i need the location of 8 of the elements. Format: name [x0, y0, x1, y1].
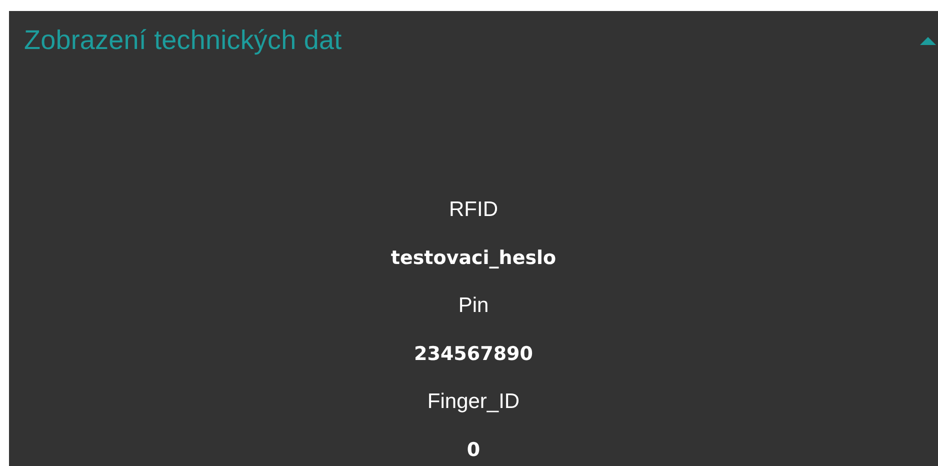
- panel-title: Zobrazení technických dat: [24, 24, 342, 56]
- field-value: testovaci_heslo: [390, 246, 556, 271]
- field-value: 234567890: [414, 342, 533, 367]
- caret-up-icon[interactable]: [920, 35, 936, 45]
- field-label: Finger_ID: [427, 389, 520, 415]
- field-label: RFID: [449, 197, 498, 223]
- field-label: Pin: [458, 293, 489, 319]
- field-value: 0: [466, 438, 480, 463]
